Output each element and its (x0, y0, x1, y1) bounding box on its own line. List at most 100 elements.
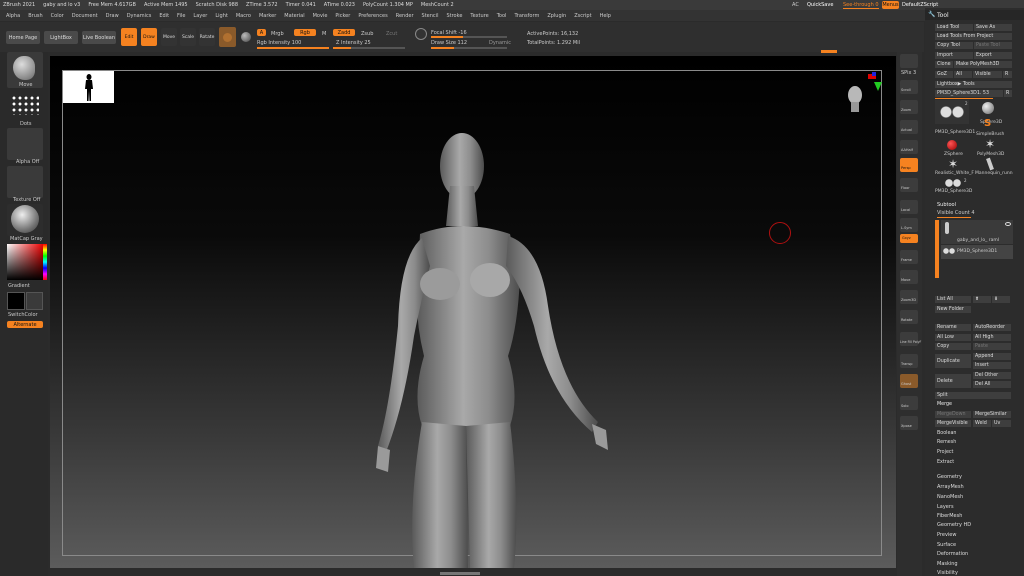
extract-button[interactable]: Extract (935, 459, 1011, 466)
append-button[interactable]: Append (973, 353, 1011, 360)
section-deformation[interactable]: Deformation (937, 551, 968, 557)
subtool-item[interactable]: PM3D_Sphere3D1 (941, 245, 1013, 259)
tool-header[interactable]: 🔧 Tool (925, 10, 1024, 20)
menu-document[interactable]: Document (72, 13, 98, 19)
subtool-item[interactable]: gaby_and_lo_ raml (941, 220, 1013, 244)
merge-header[interactable]: Merge (935, 401, 1011, 408)
stroke-icon[interactable] (415, 28, 427, 40)
draw-button[interactable]: Draw (141, 28, 157, 46)
scale-button[interactable]: Scale (180, 28, 196, 46)
rgb-intensity-slider[interactable] (257, 47, 329, 49)
section-visibility[interactable]: Visibility (937, 570, 958, 576)
subtool-scrollbar[interactable] (935, 220, 939, 278)
xpose-button[interactable]: Xpose (900, 416, 918, 430)
menu-zplugin[interactable]: Zplugin (547, 13, 566, 19)
del-other-button[interactable]: Del Other (973, 372, 1011, 379)
zsphere-icon[interactable] (947, 140, 957, 150)
delete-button[interactable]: Delete (935, 374, 971, 388)
menu-color[interactable]: Color (51, 13, 64, 19)
r-button[interactable]: R (1003, 71, 1012, 78)
make-polymesh-button[interactable]: Make PolyMesh3D (954, 61, 1012, 68)
ai-label[interactable]: AC (792, 2, 799, 8)
visible-button[interactable]: Visible (973, 71, 1002, 78)
material-thumbnail[interactable] (7, 204, 43, 236)
texture-thumbnail[interactable] (7, 166, 43, 198)
material-swatch[interactable] (219, 27, 236, 47)
bpr-button[interactable] (900, 54, 918, 68)
weld-button[interactable]: Weld (973, 420, 991, 427)
section-geometry-hd[interactable]: Geometry HD (937, 522, 971, 528)
zsub-button[interactable]: Zsub (361, 31, 373, 37)
menus-button[interactable]: Menus (882, 1, 899, 9)
stroke-thumbnail[interactable] (7, 91, 43, 123)
split-button[interactable]: Split (935, 392, 1011, 399)
tool-thumb-pm3d-sphere[interactable]: 2 (935, 100, 969, 124)
linefill-button[interactable]: Line Fill PolyF (900, 332, 921, 346)
move-down-icon[interactable]: ⬇ (992, 296, 1010, 303)
a-button[interactable]: A (257, 29, 266, 36)
menu-light[interactable]: Light (215, 13, 227, 19)
hue-strip[interactable] (43, 244, 47, 280)
current-tool-slider[interactable]: PM3D_Sphere3D1. 53 (935, 90, 1003, 97)
aahalf-button[interactable]: AAHalf (900, 140, 918, 154)
menu-picker[interactable]: Picker (335, 13, 350, 19)
zcut-button[interactable]: Zcut (386, 31, 397, 37)
menu-help[interactable]: Help (600, 13, 611, 19)
new-folder-button[interactable]: New Folder (935, 306, 971, 313)
simplebrush-icon[interactable]: S (984, 118, 992, 130)
merge-visible-button[interactable]: MergeVisible (935, 420, 971, 427)
move-view-button[interactable]: Move (900, 270, 918, 284)
insert-button[interactable]: Insert (973, 362, 1011, 369)
section-layers[interactable]: Layers (937, 504, 954, 510)
live-boolean-button[interactable]: Live Boolean (82, 31, 116, 44)
reference-thumbnail[interactable] (63, 71, 114, 103)
spix-label[interactable]: SPix 3 (901, 70, 916, 76)
menu-render[interactable]: Render (396, 13, 414, 19)
section-geometry[interactable]: Geometry (937, 474, 962, 480)
merge-down-button[interactable]: MergeDown (935, 411, 971, 418)
copy-tool-button[interactable]: Copy Tool (935, 42, 973, 49)
menu-alpha[interactable]: Alpha (6, 13, 20, 19)
move-button[interactable]: Move (161, 28, 177, 46)
edit-button[interactable]: Edit (121, 28, 137, 46)
texture-swatch[interactable] (239, 30, 253, 44)
focal-shift-slider[interactable] (431, 36, 507, 38)
rgb-button[interactable]: Rgb (294, 29, 316, 36)
menu-brush[interactable]: Brush (28, 13, 42, 19)
draw-size-slider[interactable] (431, 47, 507, 49)
menu-zscript[interactable]: Zscript (574, 13, 591, 19)
import-button[interactable]: Import (935, 52, 973, 59)
menu-dynamics[interactable]: Dynamics (127, 13, 152, 19)
switchcolor-button[interactable]: SwitchColor (8, 312, 38, 318)
lightbox-button[interactable]: LightBox (44, 31, 78, 44)
section-masking[interactable]: Masking (937, 561, 958, 567)
lightbox-tools-button[interactable]: Lightbox▶ Tools (935, 81, 1012, 88)
female-figure-model[interactable] (370, 126, 630, 568)
rotate-button[interactable]: Rotate (199, 28, 215, 46)
section-preview[interactable]: Preview (937, 532, 956, 538)
remesh-button[interactable]: Remesh (935, 439, 1011, 446)
tool-thumb-pm3d-sphere-2[interactable]: 2 (945, 178, 967, 188)
scroll-button[interactable]: Scroll (900, 80, 918, 94)
load-from-project-button[interactable]: Load Tools From Project (935, 33, 1012, 40)
home-page-button[interactable]: Home Page (6, 31, 40, 44)
duplicate-button[interactable]: Duplicate (935, 354, 971, 368)
menu-texture[interactable]: Texture (470, 13, 488, 19)
floor-button[interactable]: Floor (900, 178, 918, 192)
viewport[interactable] (50, 56, 896, 568)
menu-marker[interactable]: Marker (259, 13, 276, 19)
section-fibermesh[interactable]: FiberMesh (937, 513, 962, 519)
seethrough-slider[interactable]: See-through 0 (843, 2, 879, 9)
rotate-view-button[interactable]: Rotate (900, 310, 918, 324)
shelf-scroll-indicator[interactable] (821, 50, 837, 53)
main-color-swatch[interactable] (7, 292, 25, 310)
export-button[interactable]: Export (974, 52, 1012, 59)
load-tool-button[interactable]: Load Tool (935, 24, 973, 31)
ghost-button[interactable]: Ghost (900, 374, 918, 388)
r2-button[interactable]: R (1004, 90, 1012, 97)
zoom3d-button[interactable]: Zoom3D (900, 290, 918, 304)
visible-count-slider[interactable] (937, 217, 971, 218)
goz-button[interactable]: GoZ (935, 71, 953, 78)
project-button[interactable]: Project (935, 449, 1011, 456)
save-as-button[interactable]: Save As (974, 24, 1012, 31)
